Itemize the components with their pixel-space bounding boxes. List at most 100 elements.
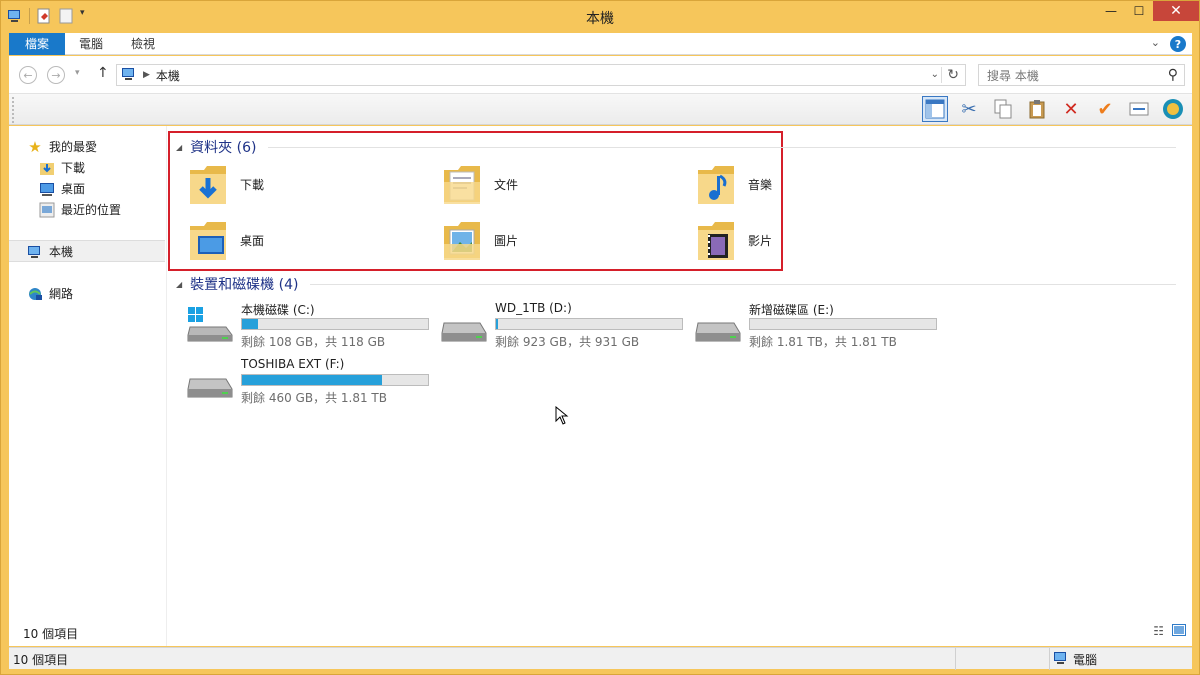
status-divider xyxy=(955,648,956,670)
documents-folder-icon xyxy=(444,166,480,204)
file-list: ◢ 資料夾 (6) 下載 文件 音樂 桌面 圖片 影片 ◢ 裝置和磁碟機 (4)… xyxy=(168,126,1192,646)
up-button[interactable]: ↑ xyxy=(97,65,109,81)
details-view-icon[interactable]: ☷ xyxy=(1153,624,1164,639)
command-toolbar: ✂ ✕ ✔ xyxy=(9,93,1192,125)
status-item-count: 10 個項目 xyxy=(13,653,69,667)
window-controls: — ☐ ✕ xyxy=(1097,1,1199,21)
folder-label: 圖片 xyxy=(494,233,519,248)
collapse-triangle-icon[interactable]: ◢ xyxy=(176,143,182,152)
windows-drive-icon xyxy=(187,307,233,342)
recent-locations-dropdown[interactable]: ▾ xyxy=(75,68,80,78)
tab-view[interactable]: 檢視 xyxy=(117,33,169,55)
search-icon[interactable]: ⚲ xyxy=(1168,67,1178,83)
sidebar-item-label: 最近的位置 xyxy=(61,203,122,217)
drive-item-d[interactable]: WD_1TB (D:) 剩餘 923 GB，共 931 GB xyxy=(440,301,690,349)
search-box[interactable]: 搜尋 本機 ⚲ xyxy=(978,64,1185,86)
sidebar-item-label: 下載 xyxy=(61,161,86,175)
drive-usage-bar xyxy=(241,318,429,330)
maximize-button[interactable]: ☐ xyxy=(1125,1,1153,21)
collapse-triangle-icon[interactable]: ◢ xyxy=(176,280,182,289)
drive-item-e[interactable]: 新增磁碟區 (E:) 剩餘 1.81 TB，共 1.81 TB xyxy=(694,301,944,349)
help-icon[interactable]: ? xyxy=(1170,36,1186,52)
drive-usage-bar xyxy=(495,318,683,330)
sidebar-item-label: 桌面 xyxy=(61,182,86,196)
sidebar-item-label: 我的最愛 xyxy=(49,140,98,154)
group-divider xyxy=(310,283,1176,285)
recent-places-icon xyxy=(39,202,55,218)
folder-item-pictures[interactable]: 圖片 xyxy=(442,218,518,262)
drive-usage-bar xyxy=(749,318,937,330)
drive-free-space: 剩餘 460 GB，共 1.81 TB xyxy=(241,391,387,405)
folder-item-downloads[interactable]: 下載 xyxy=(188,162,264,206)
network-icon xyxy=(27,286,43,302)
preview-pane-icon[interactable] xyxy=(922,96,948,122)
tab-file[interactable]: 檔案 xyxy=(9,33,65,55)
breadcrumb-arrow-icon[interactable]: ▶ xyxy=(143,70,150,80)
sidebar-item-recent-places[interactable]: 最近的位置 xyxy=(39,201,121,218)
mouse-cursor-icon xyxy=(555,406,569,425)
view-switcher: ☷ xyxy=(1153,624,1186,639)
checkmark-icon[interactable]: ✔ xyxy=(1092,96,1118,122)
folder-item-documents[interactable]: 文件 xyxy=(442,162,518,206)
minimize-button[interactable]: — xyxy=(1097,1,1125,21)
drive-free-space: 剩餘 108 GB，共 118 GB xyxy=(241,335,386,349)
drive-item-f[interactable]: TOSHIBA EXT (F:) 剩餘 460 GB，共 1.81 TB xyxy=(186,357,436,405)
group-header-label: 資料夾 (6) xyxy=(190,140,257,156)
group-divider xyxy=(268,146,1176,148)
desktop-icon xyxy=(39,181,55,197)
sidebar-item-this-pc[interactable]: 本機 xyxy=(27,243,73,260)
shell-icon[interactable] xyxy=(1160,96,1186,122)
folder-item-videos[interactable]: 影片 xyxy=(696,218,772,262)
folders-group-header[interactable]: ◢ 資料夾 (6) xyxy=(176,137,1176,157)
copy-icon[interactable] xyxy=(990,96,1016,122)
navigation-bar: ← → ▾ ↑ ▶ 本機 ⌄ ↻ 搜尋 本機 ⚲ xyxy=(9,56,1192,93)
ribbon-right-controls: ⌄ ? xyxy=(1151,36,1186,52)
drive-item-c[interactable]: 本機磁碟 (C:) 剩餘 108 GB，共 118 GB xyxy=(186,301,436,349)
drive-free-space: 剩餘 923 GB，共 931 GB xyxy=(495,335,640,349)
computer-icon xyxy=(27,244,43,260)
cut-icon[interactable]: ✂ xyxy=(956,96,982,122)
back-button[interactable]: ← xyxy=(19,66,37,84)
computer-icon xyxy=(1053,651,1069,668)
sidebar-item-downloads[interactable]: 下載 xyxy=(39,159,85,176)
large-icons-view-icon[interactable] xyxy=(1172,624,1186,639)
tab-computer[interactable]: 電腦 xyxy=(65,33,117,55)
status-zone: 電腦 xyxy=(1053,651,1097,668)
ribbon-tabs: 檔案 電腦 檢視 ⌄ ? xyxy=(9,33,1192,55)
toolbar-grip[interactable] xyxy=(12,97,14,123)
paste-icon[interactable] xyxy=(1024,96,1050,122)
sidebar-item-network[interactable]: 網路 xyxy=(27,285,73,302)
forward-button[interactable]: → xyxy=(47,66,65,84)
folder-item-desktop[interactable]: 桌面 xyxy=(188,218,264,262)
folder-label: 桌面 xyxy=(240,233,265,248)
folder-label: 文件 xyxy=(494,177,519,192)
folder-item-music[interactable]: 音樂 xyxy=(696,162,772,206)
close-button[interactable]: ✕ xyxy=(1153,1,1199,21)
drive-name: 本機磁碟 (C:) xyxy=(241,303,315,317)
sidebar-item-desktop[interactable]: 桌面 xyxy=(39,180,85,197)
desktop-folder-icon xyxy=(190,222,226,260)
item-count: 10 個項目 xyxy=(23,627,79,641)
status-divider xyxy=(1049,648,1050,670)
status-bar: 10 個項目 電腦 xyxy=(9,647,1192,670)
refresh-icon[interactable]: ↻ xyxy=(941,67,959,83)
delete-icon[interactable]: ✕ xyxy=(1058,96,1084,122)
toolbar-icons: ✂ ✕ ✔ xyxy=(922,96,1186,122)
breadcrumb-location[interactable]: 本機 xyxy=(156,67,180,84)
sidebar-item-favorites[interactable]: ★ 我的最愛 xyxy=(27,138,98,156)
chevron-down-icon[interactable]: ⌄ xyxy=(1151,36,1160,52)
drives-group-header[interactable]: ◢ 裝置和磁碟機 (4) xyxy=(176,274,1176,294)
downloads-folder-icon xyxy=(190,166,226,204)
content-area: ★ 我的最愛 下載 桌面 最近的位置 本機 網路 ◢ 資料夾 (6) 下載 文件… xyxy=(9,126,1192,646)
music-folder-icon xyxy=(698,166,734,204)
rename-icon[interactable] xyxy=(1126,96,1152,122)
folder-label: 影片 xyxy=(748,233,773,248)
pictures-folder-icon xyxy=(444,222,480,260)
downloads-folder-icon xyxy=(39,160,55,176)
drive-name: WD_1TB (D:) xyxy=(495,301,572,315)
address-dropdown-icon[interactable]: ⌄ xyxy=(931,69,939,80)
videos-folder-icon xyxy=(698,222,734,260)
inner-status-line: 10 個項目 ☷ xyxy=(9,624,1192,644)
drive-free-space: 剩餘 1.81 TB，共 1.81 TB xyxy=(749,335,897,349)
address-bar[interactable]: ▶ 本機 ⌄ ↻ xyxy=(116,64,966,86)
